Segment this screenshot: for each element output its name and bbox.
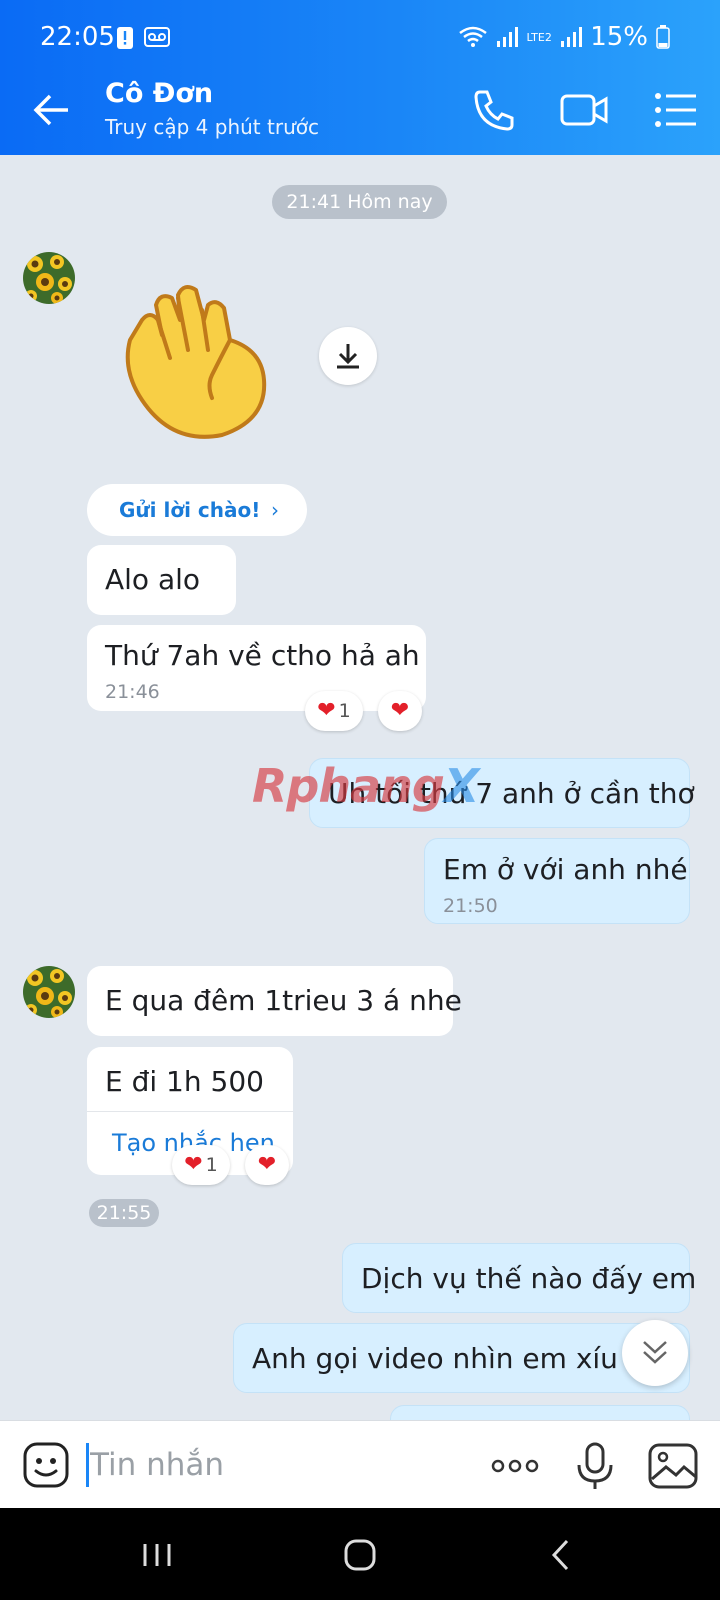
message-text: Anh gọi video nhìn em xíu đc (252, 1342, 660, 1375)
message-list[interactable]: 21:41 Hôm nay Gửi lời chào! › Alo alo Th… (0, 155, 720, 1420)
battery-percent: 15% (590, 22, 648, 52)
reaction-summary[interactable]: ❤ 1 (305, 691, 363, 731)
message-time: 21:46 (105, 681, 160, 703)
message-text: Dịch vụ thế nào đấy em (361, 1262, 697, 1295)
menu-list-icon[interactable] (650, 84, 702, 136)
message-time: 21:50 (443, 895, 498, 917)
contact-avatar[interactable] (23, 966, 75, 1018)
message-bubble-outgoing[interactable]: Dịch vụ thế nào đấy em (342, 1243, 696, 1313)
sticker-emoji-icon[interactable] (22, 1441, 70, 1489)
phone-icon[interactable] (468, 84, 520, 136)
message-text: E qua đêm 1trieu 3 á nhe (105, 984, 462, 1017)
watermark-part-2: X (443, 759, 479, 813)
scroll-to-bottom-button[interactable] (622, 1320, 688, 1386)
message-text: Alo alo (105, 563, 201, 596)
waving-hand-sticker[interactable] (112, 280, 282, 445)
reaction-count: 1 (338, 700, 351, 722)
more-options-icon[interactable] (488, 1439, 542, 1493)
network-type-label: LTE2 (526, 30, 552, 44)
message-bubble-incoming[interactable]: Thứ 7ah về ctho hả ah 21:46 (87, 625, 426, 711)
recent-apps-icon[interactable] (132, 1530, 182, 1580)
message-time-pill: 21:55 (89, 1199, 159, 1227)
wifi-icon (459, 26, 487, 47)
download-icon (337, 344, 359, 369)
app-header-background: 22:05 LTE2 15% Cô Đơn Truy cập 4 phút tr… (0, 0, 720, 155)
alert-icon (117, 27, 133, 49)
status-time: 22:05 (40, 22, 115, 52)
signal-icon-2 (561, 27, 583, 47)
reaction-count: 1 (205, 1154, 218, 1176)
chevron-right-icon: › (271, 498, 279, 522)
message-text: E đi 1h 500 (105, 1065, 264, 1098)
send-greeting-button[interactable]: Gửi lời chào! › (87, 484, 307, 536)
signal-icon (497, 27, 519, 47)
download-button[interactable] (319, 327, 377, 385)
battery-icon (656, 25, 670, 49)
message-bubble-outgoing-partial[interactable] (390, 1405, 690, 1420)
voicemail-icon (144, 27, 170, 47)
status-notification-icons (116, 26, 170, 50)
add-reaction-button[interactable]: ❤ (378, 691, 422, 731)
text-cursor (86, 1443, 89, 1487)
heart-icon: ❤ (184, 1152, 203, 1177)
send-greeting-label: Gửi lời chào! (119, 498, 261, 522)
back-arrow-icon[interactable] (28, 86, 76, 134)
chat-header: Cô Đơn Truy cập 4 phút trước (0, 66, 720, 155)
image-gallery-icon[interactable] (646, 1439, 700, 1493)
system-navigation-bar (0, 1508, 720, 1600)
message-text: Em ở với anh nhé (443, 853, 688, 886)
double-chevron-down-icon (643, 1341, 667, 1364)
sunflower-avatar-image (23, 966, 75, 1018)
status-right-group: LTE2 15% (458, 22, 670, 52)
heart-icon: ❤ (257, 1152, 277, 1177)
date-separator: 21:41 Hôm nay (272, 185, 447, 219)
microphone-icon[interactable] (568, 1439, 622, 1493)
status-bar: 22:05 LTE2 15% (0, 0, 720, 66)
message-bubble-outgoing[interactable]: Em ở với anh nhé 21:50 (424, 838, 690, 924)
message-bubble-incoming[interactable]: E qua đêm 1trieu 3 á nhe (87, 966, 462, 1036)
add-reaction-button[interactable]: ❤ (245, 1145, 289, 1185)
watermark-logo: RphangX (252, 759, 479, 813)
video-call-icon[interactable] (558, 84, 610, 136)
message-input[interactable] (90, 1437, 460, 1493)
contact-name[interactable]: Cô Đơn (105, 78, 213, 109)
message-bubble-incoming[interactable]: Alo alo (87, 545, 236, 615)
contact-avatar[interactable] (23, 252, 75, 304)
message-text: Thứ 7ah về ctho hả ah (105, 639, 420, 672)
last-seen-text: Truy cập 4 phút trước (105, 115, 319, 139)
reaction-summary[interactable]: ❤ 1 (172, 1145, 230, 1185)
heart-icon: ❤ (317, 698, 336, 723)
watermark-part-1: Rphang (252, 759, 445, 813)
home-icon[interactable] (335, 1530, 385, 1580)
back-icon[interactable] (537, 1530, 587, 1580)
message-composer (0, 1420, 720, 1508)
sunflower-avatar-image (23, 252, 75, 304)
divider (87, 1111, 293, 1112)
heart-icon: ❤ (390, 698, 410, 723)
